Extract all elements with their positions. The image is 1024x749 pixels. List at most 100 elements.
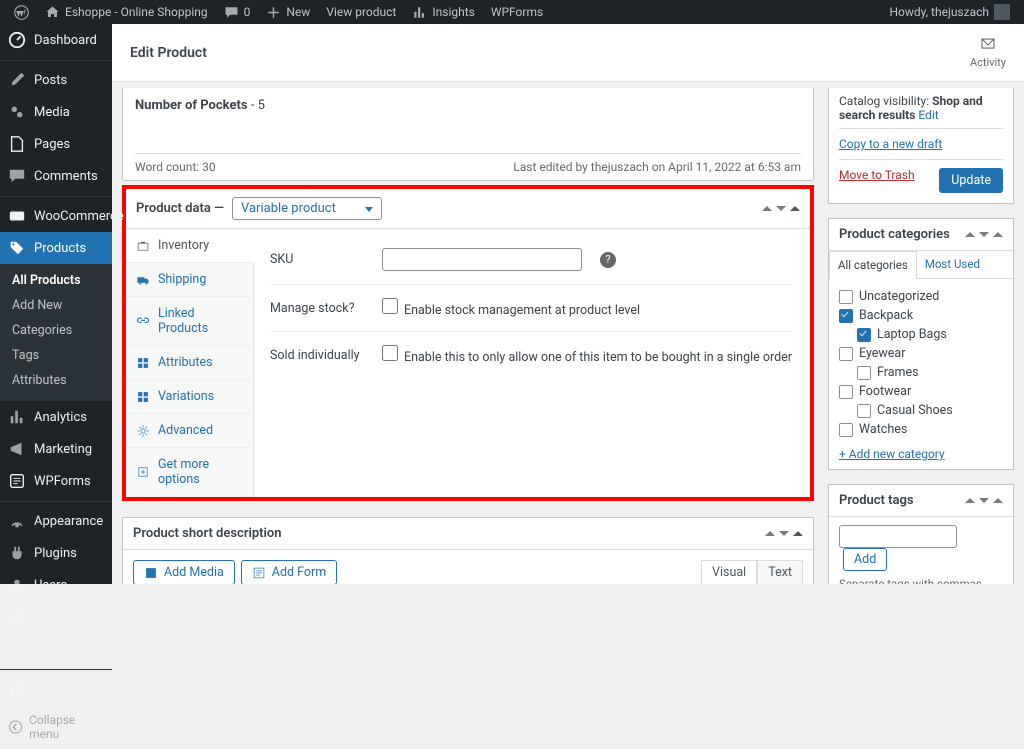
menu-comments[interactable]: Comments <box>0 160 112 192</box>
editor-tab-text[interactable]: Text <box>757 560 803 584</box>
comments-link[interactable]: 0 <box>216 0 259 24</box>
manage-stock-checkbox-label[interactable]: Enable stock management at product level <box>382 298 640 318</box>
admin-sidebar: Dashboard Posts Media Pages Comments Woo… <box>0 24 112 584</box>
product-type-select[interactable]: Variable product <box>232 197 382 220</box>
metabox-move-down[interactable] <box>779 531 789 536</box>
view-product-link[interactable]: View product <box>318 0 404 24</box>
menu-plugins[interactable]: Plugins <box>0 537 112 569</box>
cat-casual-shoes[interactable] <box>857 404 871 418</box>
sku-label: SKU <box>270 252 370 267</box>
cat-tab-most-used[interactable]: Most Used <box>917 251 988 278</box>
tag-add-button[interactable]: Add <box>843 548 887 571</box>
menu-marketing[interactable]: Marketing <box>0 433 112 465</box>
menu-pages[interactable]: Pages <box>0 128 112 160</box>
metabox-move-up[interactable] <box>965 232 975 237</box>
metabox-toggle[interactable] <box>993 232 1003 237</box>
metabox-toggle[interactable] <box>793 531 803 536</box>
metabox-move-down[interactable] <box>979 232 989 237</box>
tab-inventory[interactable]: Inventory <box>126 229 254 263</box>
product-data-tabs: Inventory Shipping Linked Products Attri… <box>126 229 254 497</box>
wpforms-link[interactable]: WPForms <box>483 0 551 24</box>
add-media-button[interactable]: Add Media <box>133 560 235 584</box>
sold-individually-label: Sold individually <box>270 348 370 363</box>
metabox-move-up[interactable] <box>762 206 772 211</box>
tab-variations[interactable]: Variations <box>126 380 253 414</box>
insights-link[interactable]: Insights <box>404 0 482 24</box>
category-list: Uncategorized Backpack Laptop Bags Eyewe… <box>839 287 1003 439</box>
menu-insights[interactable]: Insights <box>0 669 112 705</box>
inventory-panel: SKU ? Manage stock? Enable stock managem… <box>254 229 810 497</box>
sold-individually-checkbox-label[interactable]: Enable this to only allow one of this it… <box>382 345 792 365</box>
cat-backpack[interactable] <box>839 309 853 323</box>
tag-input[interactable] <box>839 525 957 548</box>
sku-help-icon[interactable]: ? <box>600 252 616 268</box>
submenu-products: All Products Add New Categories Tags Att… <box>0 264 112 401</box>
metabox-move-down[interactable] <box>776 206 786 211</box>
howdy-user[interactable]: Howdy, thejuszach <box>881 0 1018 24</box>
submenu-add-new[interactable]: Add New <box>0 293 112 318</box>
add-form-button[interactable]: Add Form <box>241 560 337 584</box>
site-link[interactable]: Eshoppe - Online Shopping <box>37 0 216 24</box>
submenu-all-products[interactable]: All Products <box>0 268 112 293</box>
activity-button[interactable]: Activity <box>970 36 1006 69</box>
menu-analytics[interactable]: Analytics <box>0 401 112 433</box>
cat-footwear[interactable] <box>839 385 853 399</box>
last-edited: Last edited by thejuszach on April 11, 2… <box>513 160 801 174</box>
tag-hint: Separate tags with commas <box>839 577 1003 584</box>
add-category-link[interactable]: + Add new category <box>839 447 945 461</box>
metabox-toggle[interactable] <box>993 498 1003 503</box>
menu-woocommerce[interactable]: WooCommerce <box>0 196 112 232</box>
product-data-title: Product data — <box>136 201 224 216</box>
submenu-tags[interactable]: Tags <box>0 343 112 368</box>
new-link[interactable]: New <box>258 0 318 24</box>
tab-advanced[interactable]: Advanced <box>126 414 253 448</box>
edit-visibility-link[interactable]: Edit <box>918 108 938 122</box>
menu-posts[interactable]: Posts <box>0 60 112 96</box>
metabox-move-down[interactable] <box>979 498 989 503</box>
cat-frames[interactable] <box>857 366 871 380</box>
tab-shipping[interactable]: Shipping <box>126 263 253 297</box>
sku-input[interactable] <box>382 248 582 271</box>
metabox-move-up[interactable] <box>965 498 975 503</box>
cat-laptop-bags[interactable] <box>857 328 871 342</box>
word-count: Word count: 30 <box>135 160 216 174</box>
submenu-attributes[interactable]: Attributes <box>0 368 112 393</box>
menu-products[interactable]: Products <box>0 232 112 264</box>
move-to-trash-link[interactable]: Move to Trash <box>839 168 915 182</box>
metabox-toggle[interactable] <box>790 206 800 211</box>
wp-logo[interactable] <box>6 0 37 24</box>
menu-media[interactable]: Media <box>0 96 112 128</box>
submenu-categories[interactable]: Categories <box>0 318 112 343</box>
product-data-metabox: Product data — Variable product Inventor… <box>122 185 814 501</box>
categories-box: Product categories All categories Most U… <box>828 218 1014 470</box>
cat-eyewear[interactable] <box>839 347 853 361</box>
cat-watches[interactable] <box>839 423 853 437</box>
admin-bar: Eshoppe - Online Shopping 0 New View pro… <box>0 0 1024 24</box>
manage-stock-label: Manage stock? <box>270 301 370 316</box>
short-description-metabox: Product short description Add Media Add … <box>122 517 814 584</box>
editor-tab-visual[interactable]: Visual <box>701 560 757 584</box>
manage-stock-checkbox[interactable] <box>382 298 398 314</box>
tab-linked-products[interactable]: Linked Products <box>126 297 253 346</box>
menu-dashboard[interactable]: Dashboard <box>0 24 112 56</box>
short-description-title: Product short description <box>133 526 282 541</box>
tags-box: Product tags Add Separate tags with comm… <box>828 484 1014 584</box>
cat-uncategorized[interactable] <box>839 290 853 304</box>
tab-get-more[interactable]: Get more options <box>126 448 253 497</box>
menu-appearance[interactable]: Appearance <box>0 501 112 537</box>
update-button[interactable]: Update <box>939 168 1003 193</box>
menu-users[interactable]: Users <box>0 569 112 601</box>
page-title: Edit Product <box>130 45 207 61</box>
page-header: Edit Product Activity <box>112 24 1024 82</box>
sold-individually-checkbox[interactable] <box>382 345 398 361</box>
copy-draft-link[interactable]: Copy to a new draft <box>839 137 942 151</box>
tab-attributes[interactable]: Attributes <box>126 346 253 380</box>
collapse-menu[interactable]: Collapse menu <box>0 705 112 749</box>
menu-settings[interactable]: Settings <box>0 633 112 665</box>
metabox-move-up[interactable] <box>765 531 775 536</box>
menu-wpforms[interactable]: WPForms <box>0 465 112 497</box>
cat-tab-all[interactable]: All categories <box>829 251 917 279</box>
attributes-preview: Number of Pockets - 5 Word count: 30 Las… <box>122 88 814 181</box>
avatar <box>994 4 1010 20</box>
menu-tools[interactable]: Tools <box>0 601 112 633</box>
